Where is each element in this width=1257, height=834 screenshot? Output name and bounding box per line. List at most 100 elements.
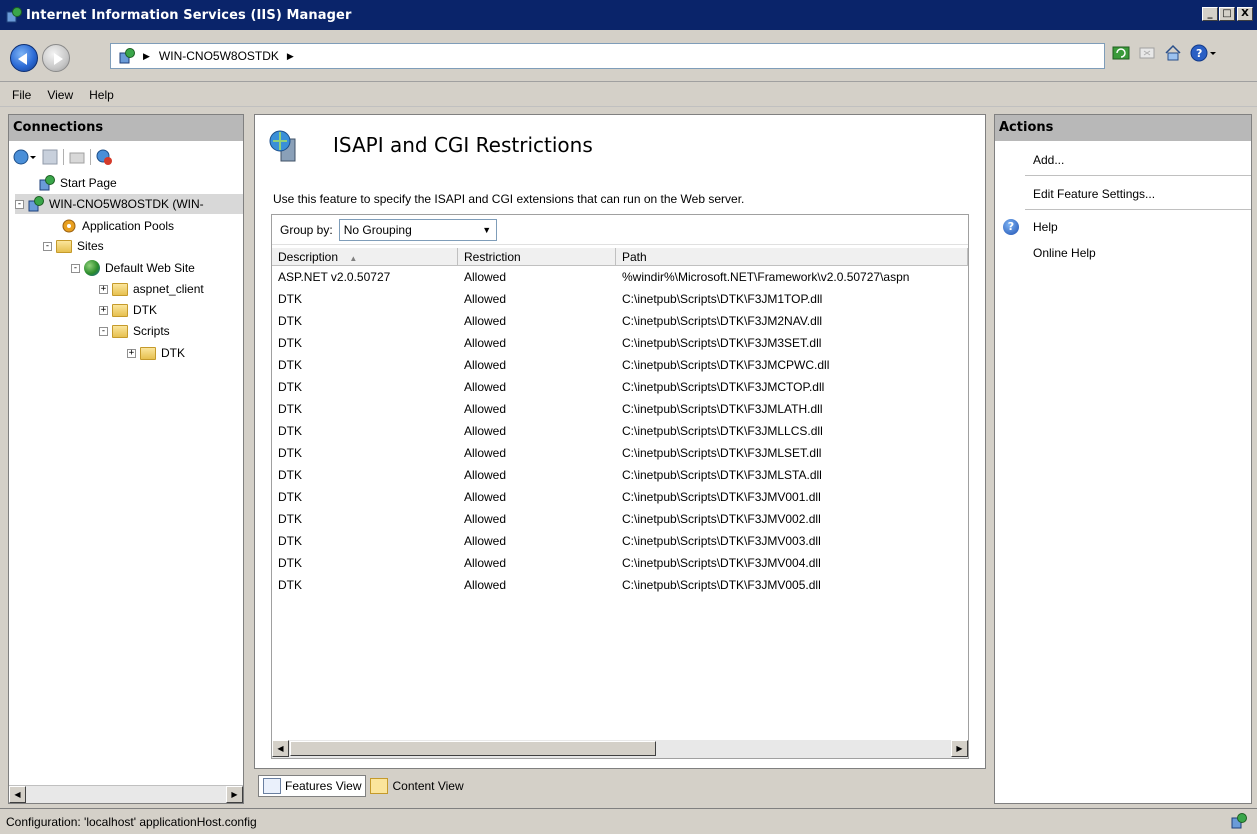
table-row[interactable]: DTK Allowed C:\inetpub\Scripts\DTK\F3JMV00… bbox=[272, 575, 968, 597]
table-row[interactable]: DTK Allowed C:\inetpub\Scripts\DTK\F3JMLSE… bbox=[272, 443, 968, 465]
actions-pane: Actions Add... Edit Feature Settings... … bbox=[994, 114, 1252, 804]
table-row[interactable]: DTK Allowed C:\inetpub\Scripts\DTK\F3JMV00… bbox=[272, 509, 968, 531]
tree-scripts-dtk[interactable]: + DTK bbox=[127, 343, 185, 363]
cell-restriction: Allowed bbox=[464, 336, 507, 350]
cell-description: DTK bbox=[278, 358, 302, 372]
edit-feature-settings-action[interactable]: Edit Feature Settings... bbox=[1033, 187, 1155, 201]
expand-toggle[interactable]: + bbox=[127, 348, 136, 358]
table-row[interactable]: DTK Allowed C:\inetpub\Scripts\DTK\F3JM1TO… bbox=[272, 289, 968, 311]
tree-server[interactable]: - WIN-CNO5W8OSTDK (WIN- bbox=[15, 194, 243, 214]
cell-path: C:\inetpub\Scripts\DTK\F3JMLLCS.dll bbox=[622, 424, 823, 438]
address-field[interactable]: ▶ WIN-CNO5W8OSTDK ▶ bbox=[110, 43, 1105, 69]
disconnect-icon[interactable] bbox=[95, 148, 115, 166]
breadcrumb-server[interactable]: WIN-CNO5W8OSTDK bbox=[159, 49, 279, 63]
table-row[interactable]: DTK Allowed C:\inetpub\Scripts\DTK\F3JMV00… bbox=[272, 487, 968, 509]
cell-description: DTK bbox=[278, 424, 302, 438]
breadcrumb-separator[interactable]: ▶ bbox=[143, 51, 150, 62]
column-header-restriction[interactable]: Restriction bbox=[458, 248, 616, 266]
window-title: Internet Information Services (IIS) Mana… bbox=[26, 7, 352, 23]
cell-restriction: Allowed bbox=[464, 314, 507, 328]
cell-description: DTK bbox=[278, 402, 302, 416]
chevron-down-icon[interactable]: ▼ bbox=[477, 219, 496, 240]
title-bar[interactable]: Internet Information Services (IIS) Mana… bbox=[0, 0, 1257, 30]
tree-dtk[interactable]: + DTK bbox=[99, 300, 157, 320]
grid-hscroll[interactable]: ◀ ▶ bbox=[272, 740, 968, 758]
help-menu-icon[interactable]: ? bbox=[1190, 44, 1216, 62]
collapse-toggle[interactable]: - bbox=[99, 326, 108, 336]
toolbar-divider-2 bbox=[90, 149, 91, 165]
scroll-right-button[interactable]: ▶ bbox=[226, 786, 243, 803]
content-view-icon bbox=[370, 778, 389, 794]
scroll-thumb[interactable] bbox=[290, 741, 656, 756]
cell-restriction: Allowed bbox=[464, 270, 507, 284]
connections-hscroll[interactable]: ◀ ▶ bbox=[9, 785, 243, 803]
save-icon[interactable] bbox=[41, 148, 59, 166]
table-row[interactable]: DTK Allowed C:\inetpub\Scripts\DTK\F3JMV00… bbox=[272, 553, 968, 575]
table-row[interactable]: DTK Allowed C:\inetpub\Scripts\DTK\F3JMLLC… bbox=[272, 421, 968, 443]
expand-toggle[interactable]: + bbox=[99, 305, 108, 315]
cell-restriction: Allowed bbox=[464, 380, 507, 394]
column-header-path[interactable]: Path bbox=[616, 248, 968, 266]
stop-icon[interactable] bbox=[1138, 44, 1156, 62]
cell-path: C:\inetpub\Scripts\DTK\F3JMV005.dll bbox=[622, 578, 821, 592]
tab-content-view[interactable]: Content View bbox=[366, 775, 467, 797]
table-row[interactable]: DTK Allowed C:\inetpub\Scripts\DTK\F3JM3SE… bbox=[272, 333, 968, 355]
cell-path: C:\inetpub\Scripts\DTK\F3JMV001.dll bbox=[622, 490, 821, 504]
maximize-button[interactable]: □ bbox=[1219, 7, 1235, 21]
cell-description: DTK bbox=[278, 314, 302, 328]
column-header-description[interactable]: Description ▲ bbox=[272, 248, 458, 266]
cell-path: C:\inetpub\Scripts\DTK\F3JMV002.dll bbox=[622, 512, 821, 526]
menu-view[interactable]: View bbox=[39, 88, 81, 102]
collapse-toggle[interactable]: - bbox=[15, 199, 24, 209]
tree-scripts[interactable]: - Scripts bbox=[99, 321, 170, 341]
tree-label: Start Page bbox=[60, 176, 117, 190]
table-row[interactable]: DTK Allowed C:\inetpub\Scripts\DTK\F3JMCPW… bbox=[272, 355, 968, 377]
svg-text:?: ? bbox=[1196, 47, 1202, 60]
cell-path: C:\inetpub\Scripts\DTK\F3JMV003.dll bbox=[622, 534, 821, 548]
group-by-select[interactable]: No Grouping ▼ bbox=[338, 218, 497, 241]
menu-file[interactable]: File bbox=[4, 88, 39, 102]
table-row[interactable]: DTK Allowed C:\inetpub\Scripts\DTK\F3JMLST… bbox=[272, 465, 968, 487]
cell-description: DTK bbox=[278, 292, 302, 306]
tree-label: Sites bbox=[77, 239, 104, 253]
online-help-action[interactable]: Online Help bbox=[1033, 246, 1096, 260]
scroll-left-button[interactable]: ◀ bbox=[272, 740, 289, 757]
minimize-button[interactable]: _ bbox=[1202, 7, 1218, 21]
collapse-toggle[interactable]: - bbox=[71, 263, 80, 273]
tree-label: Default Web Site bbox=[105, 261, 195, 275]
cell-restriction: Allowed bbox=[464, 292, 507, 306]
connect-globe-icon[interactable] bbox=[13, 148, 37, 166]
cell-path: C:\inetpub\Scripts\DTK\F3JMLSET.dll bbox=[622, 446, 822, 460]
help-action[interactable]: Help bbox=[1033, 220, 1058, 234]
feature-pane: ISAPI and CGI Restrictions Use this feat… bbox=[254, 114, 986, 769]
tab-features-view[interactable]: Features View bbox=[258, 775, 367, 797]
tree-aspnet-client[interactable]: + aspnet_client bbox=[99, 279, 204, 299]
up-level-icon[interactable] bbox=[68, 148, 86, 166]
restrictions-grid: Group by: No Grouping ▼ Description ▲ Re… bbox=[271, 214, 969, 759]
expand-toggle[interactable]: + bbox=[99, 284, 108, 294]
iis-app-icon bbox=[6, 7, 22, 23]
refresh-icon[interactable] bbox=[1112, 44, 1130, 62]
tree-app-pools[interactable]: Application Pools bbox=[61, 216, 174, 236]
table-row[interactable]: DTK Allowed C:\inetpub\Scripts\DTK\F3JM2NA… bbox=[272, 311, 968, 333]
cell-description: DTK bbox=[278, 468, 302, 482]
scroll-right-button[interactable]: ▶ bbox=[951, 740, 968, 757]
table-row[interactable]: DTK Allowed C:\inetpub\Scripts\DTK\F3JMV00… bbox=[272, 531, 968, 553]
collapse-toggle[interactable]: - bbox=[43, 241, 52, 251]
home-icon[interactable] bbox=[1164, 44, 1182, 62]
tree-sites[interactable]: - Sites bbox=[43, 236, 104, 256]
breadcrumb-separator-trailing[interactable]: ▶ bbox=[287, 51, 294, 62]
back-button[interactable] bbox=[10, 44, 38, 72]
forward-button[interactable] bbox=[42, 44, 70, 72]
tree-label: DTK bbox=[161, 346, 185, 360]
add-action[interactable]: Add... bbox=[1033, 153, 1064, 167]
scroll-left-button[interactable]: ◀ bbox=[9, 786, 26, 803]
tree-default-web-site[interactable]: - Default Web Site bbox=[71, 258, 195, 278]
tree-start-page[interactable]: Start Page bbox=[39, 173, 117, 193]
close-button[interactable]: X bbox=[1237, 7, 1253, 21]
cell-description: DTK bbox=[278, 512, 302, 526]
table-row[interactable]: DTK Allowed C:\inetpub\Scripts\DTK\F3JMLAT… bbox=[272, 399, 968, 421]
table-row[interactable]: DTK Allowed C:\inetpub\Scripts\DTK\F3JMCTO… bbox=[272, 377, 968, 399]
table-row[interactable]: ASP.NET v2.0.50727 Allowed %windir%\Micros… bbox=[272, 267, 968, 289]
menu-help[interactable]: Help bbox=[81, 88, 122, 102]
